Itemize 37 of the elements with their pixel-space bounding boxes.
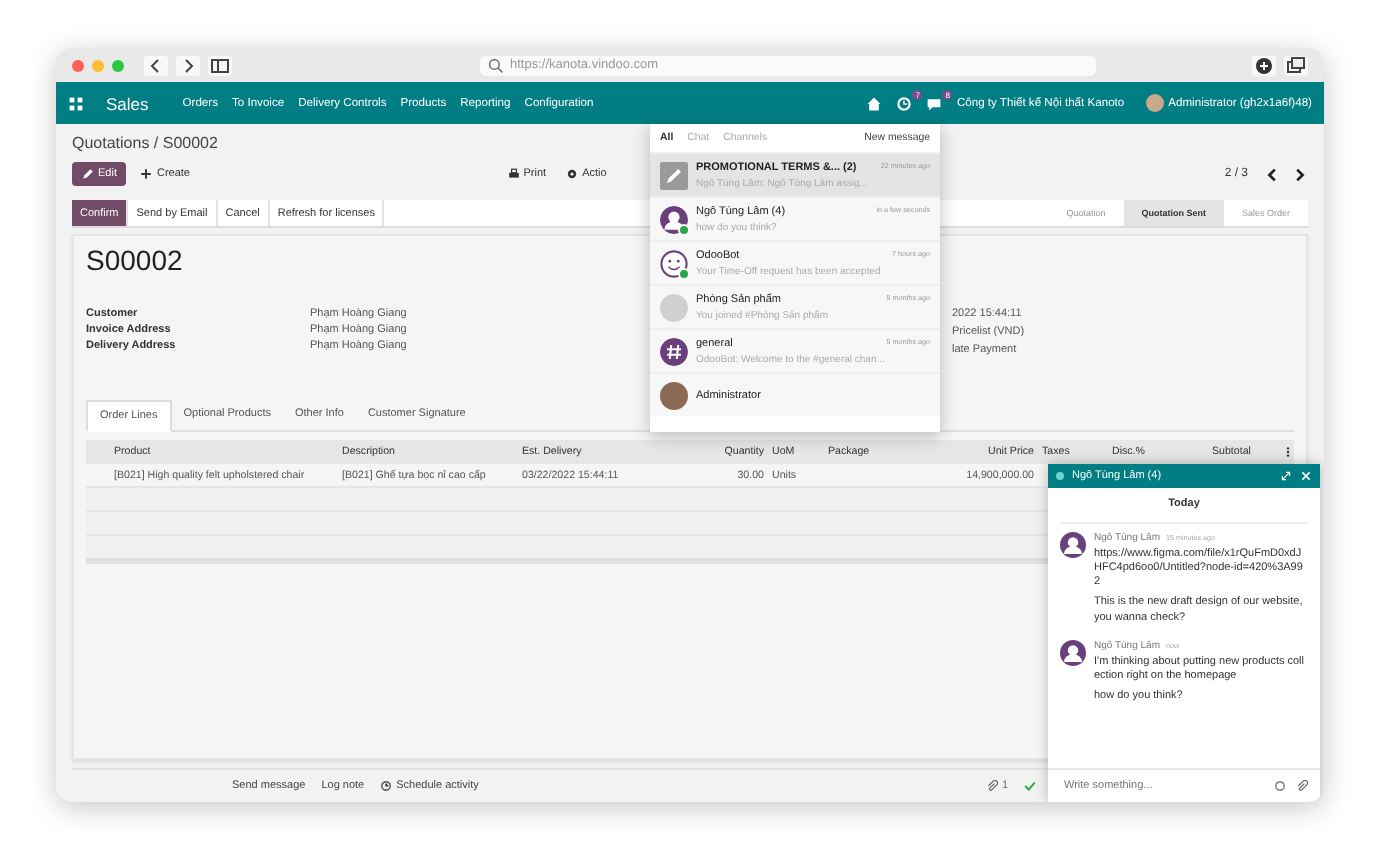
emoji-icon[interactable]	[1274, 780, 1286, 792]
plus-icon	[140, 168, 153, 180]
forward-icon[interactable]	[176, 55, 200, 75]
pencil-icon	[82, 168, 94, 180]
paperclip-icon[interactable]	[1296, 780, 1308, 792]
check-icon[interactable]	[1024, 780, 1036, 792]
sidebar-icon[interactable]	[208, 55, 232, 75]
group-avatar	[660, 293, 688, 321]
search-icon	[488, 57, 504, 73]
bot-avatar-icon	[660, 249, 688, 277]
chat-icon[interactable]	[926, 95, 943, 111]
gear-icon	[566, 168, 579, 180]
clock-icon	[380, 780, 393, 792]
download-icon[interactable]	[1252, 55, 1276, 75]
order-number: S00002	[86, 244, 183, 276]
next-icon[interactable]	[1290, 165, 1308, 183]
user-avatar	[660, 205, 688, 233]
back-icon[interactable]	[144, 55, 168, 75]
user-avatar	[1060, 639, 1086, 666]
user-avatar	[1146, 94, 1165, 112]
expand-icon[interactable]	[1280, 470, 1292, 482]
printer-icon	[507, 168, 520, 180]
column-options-icon[interactable]	[1282, 445, 1294, 457]
close-icon[interactable]	[1300, 470, 1312, 482]
hash-icon	[660, 337, 688, 365]
clock-icon[interactable]	[896, 95, 913, 111]
app-name[interactable]: Sales	[106, 93, 149, 113]
breadcrumb: Quotations / S00002	[72, 132, 218, 156]
tabs-icon[interactable]	[1284, 55, 1308, 75]
apps-grid-icon[interactable]	[68, 95, 84, 111]
user-avatar	[660, 381, 688, 409]
previous-icon[interactable]	[1264, 165, 1282, 183]
pencil-icon	[660, 161, 688, 189]
home-icon[interactable]	[866, 95, 883, 111]
paperclip-icon[interactable]	[985, 780, 998, 792]
online-status-icon	[1056, 472, 1064, 480]
user-avatar	[1060, 532, 1086, 558]
